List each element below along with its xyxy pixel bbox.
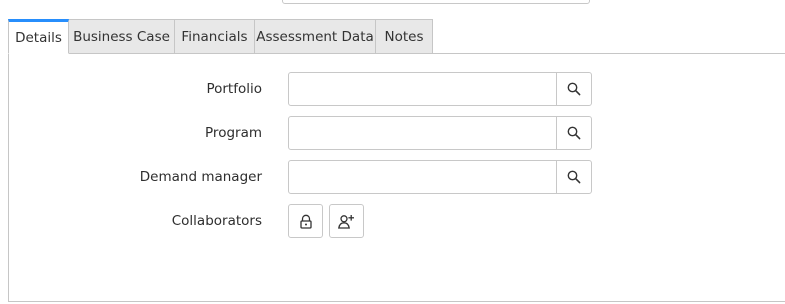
portfolio-row: Portfolio bbox=[9, 72, 785, 106]
tab-financials[interactable]: Financials bbox=[175, 19, 255, 54]
add-user-icon bbox=[338, 214, 354, 229]
collaborators-label: Collaborators bbox=[171, 213, 262, 229]
collaborators-row: Collaborators bbox=[9, 204, 785, 238]
upper-field-edge bbox=[282, 0, 590, 4]
lock-icon bbox=[299, 214, 312, 229]
collaborators-lock-button[interactable] bbox=[288, 204, 323, 238]
demand-manager-row: Demand manager bbox=[9, 160, 785, 194]
tab-business-case[interactable]: Business Case bbox=[69, 19, 175, 54]
program-lookup-button[interactable] bbox=[556, 117, 591, 149]
search-icon bbox=[567, 126, 581, 140]
tab-bar: Details Business Case Financials Assessm… bbox=[8, 19, 433, 54]
search-icon bbox=[567, 170, 581, 184]
details-panel: Portfolio Program Demand manager Collabo… bbox=[8, 53, 785, 302]
program-label: Program bbox=[205, 125, 262, 141]
demand-manager-lookup-button[interactable] bbox=[556, 161, 591, 193]
program-field bbox=[288, 116, 592, 150]
program-input[interactable] bbox=[289, 117, 556, 149]
tab-assessment-data[interactable]: Assessment Data bbox=[255, 19, 376, 54]
demand-manager-input[interactable] bbox=[289, 161, 556, 193]
search-icon bbox=[567, 82, 581, 96]
portfolio-input[interactable] bbox=[289, 73, 556, 105]
portfolio-field bbox=[288, 72, 592, 106]
demand-manager-label: Demand manager bbox=[139, 169, 262, 185]
tab-details[interactable]: Details bbox=[8, 19, 69, 54]
portfolio-label: Portfolio bbox=[206, 81, 262, 97]
tab-notes[interactable]: Notes bbox=[376, 19, 433, 54]
program-row: Program bbox=[9, 116, 785, 150]
portfolio-lookup-button[interactable] bbox=[556, 73, 591, 105]
add-collaborator-button[interactable] bbox=[329, 204, 364, 238]
demand-manager-field bbox=[288, 160, 592, 194]
